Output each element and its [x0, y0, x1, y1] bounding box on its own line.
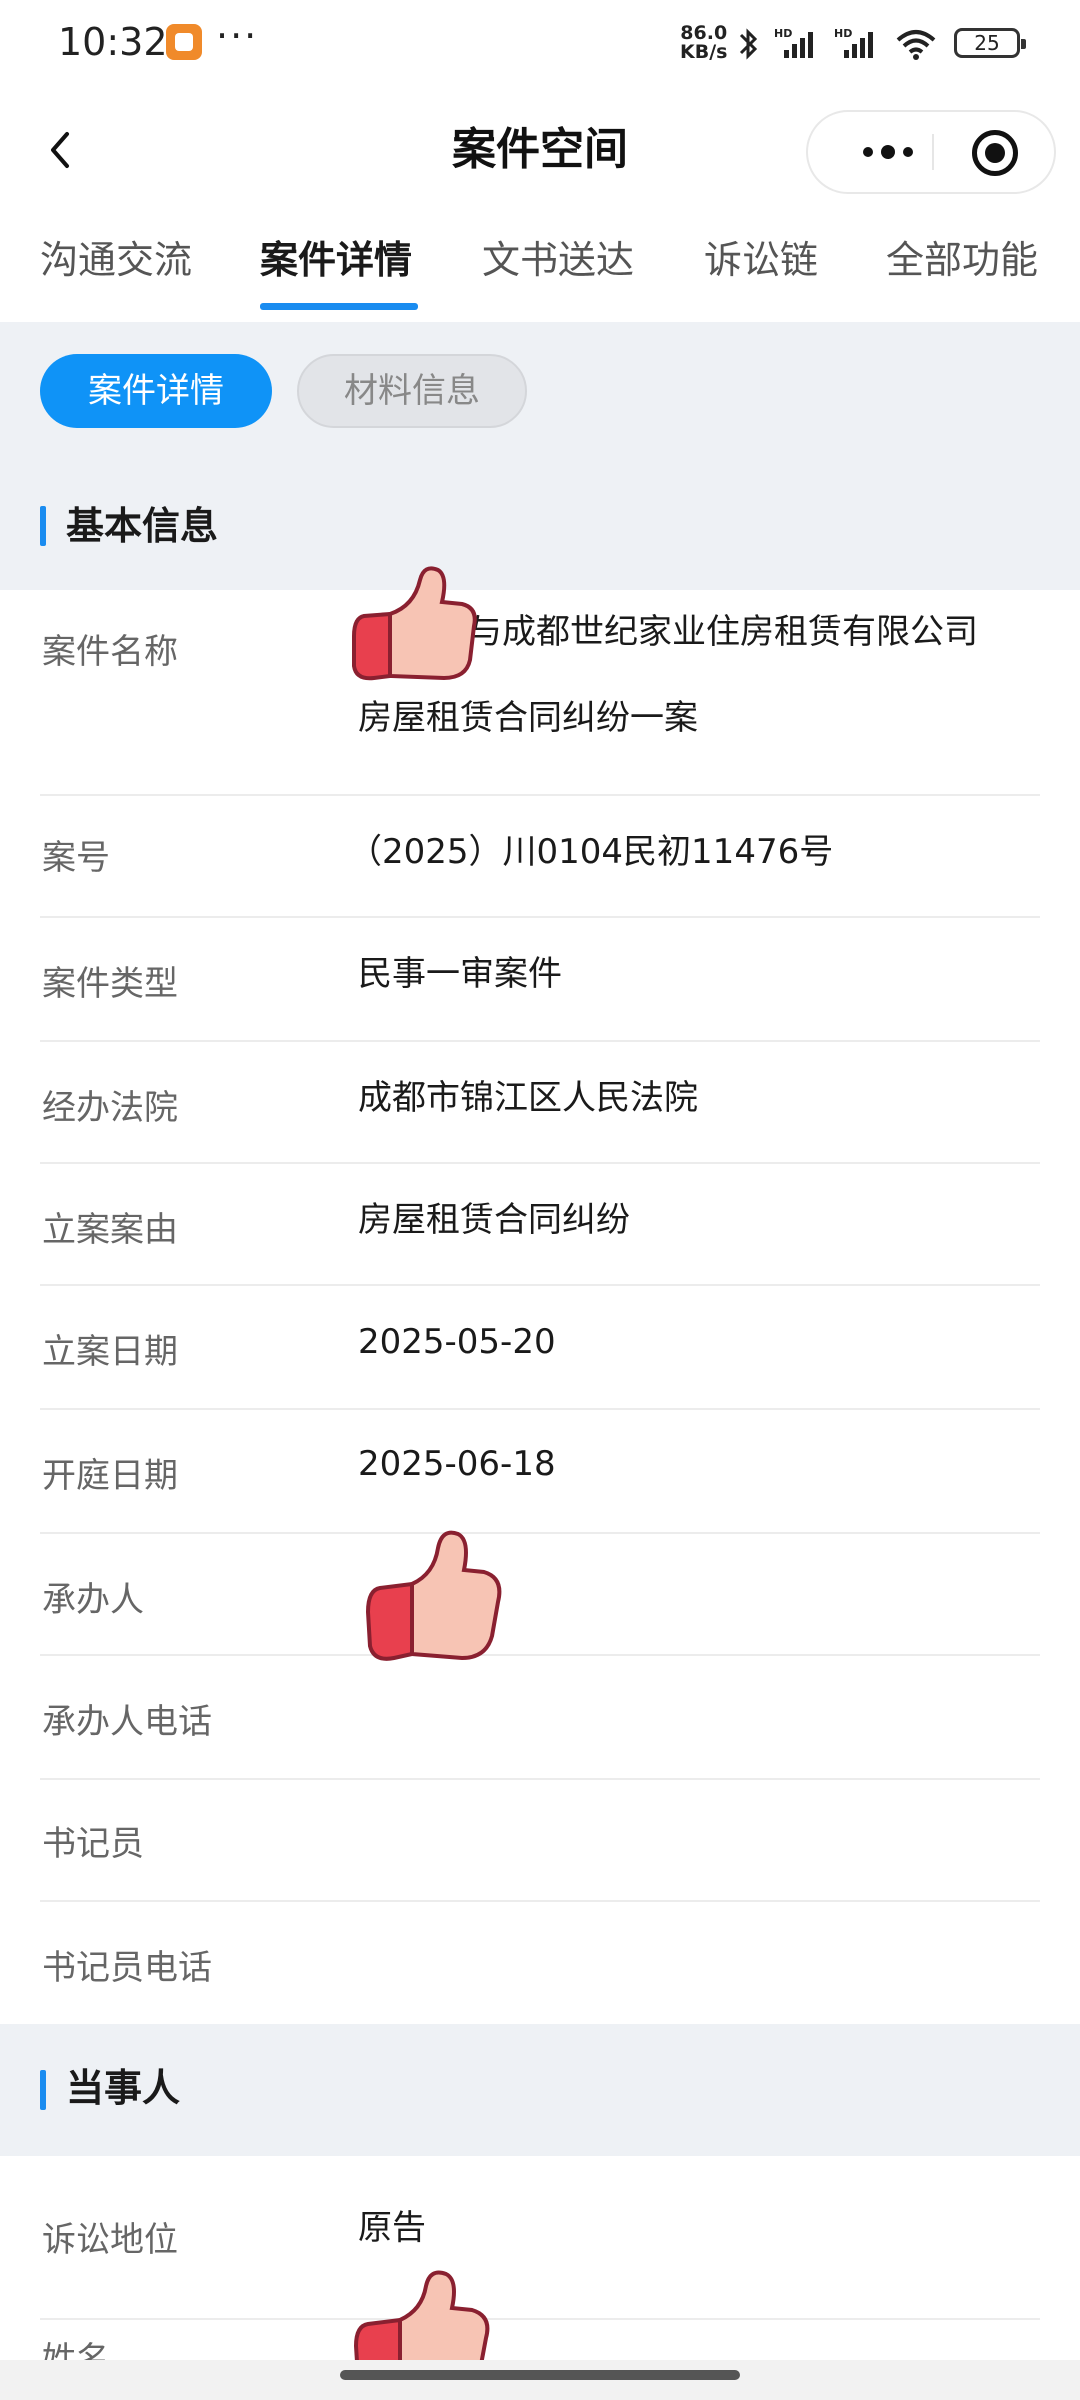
row-label: 书记员	[42, 1824, 144, 1864]
network-speed: 86.0 KB/s	[680, 24, 727, 62]
network-speed-unit: KB/s	[680, 41, 728, 63]
status-time: 10:32	[58, 20, 168, 64]
row-label: 承办人电话	[42, 1702, 212, 1742]
info-row-court: 经办法院 成都市锦江区人民法院	[40, 1042, 1040, 1164]
row-label: 开庭日期	[42, 1456, 178, 1496]
section-parties: 当事人	[0, 2024, 1080, 2156]
section-accent-bar	[40, 2070, 46, 2110]
row-value: 2025-05-20	[358, 1322, 556, 1362]
info-row-judge: 承办人	[40, 1534, 1040, 1656]
info-row-hearing-date: 开庭日期 2025-06-18	[40, 1410, 1040, 1534]
row-label: 案件类型	[42, 964, 178, 1004]
subtab-case-details[interactable]: 案件详情	[40, 354, 272, 428]
signal-hd-icon: HD	[774, 27, 813, 58]
status-bar: 10:32 ··· 86.0 KB/s HD HD 25	[0, 0, 1080, 88]
info-row-case-cause: 立案案由 房屋租赁合同纠纷	[40, 1164, 1040, 1286]
section-title: 基本信息	[66, 504, 219, 548]
svg-text:HD: HD	[774, 27, 792, 40]
signal-hd-icon: HD	[834, 27, 873, 58]
row-label: 诉讼地位	[42, 2220, 178, 2260]
row-value: 成都市锦江区人民法院	[358, 1078, 698, 1118]
row-value: （2025）川0104民初11476号	[348, 832, 834, 872]
wifi-icon	[896, 30, 936, 60]
active-tab-indicator	[260, 303, 418, 310]
section-basic-info: 基本信息	[0, 460, 1080, 590]
title-bar: 案件空间	[0, 100, 1080, 200]
info-row-case-name: 案件名称 与成都世纪家业住房租赁有限公司 房屋租赁合同纠纷一案	[40, 590, 1040, 796]
battery-icon: 25	[954, 28, 1026, 58]
more-options-icon[interactable]	[838, 112, 938, 192]
status-more-indicator: ···	[216, 14, 259, 58]
close-miniprogram-icon[interactable]	[972, 130, 1018, 176]
row-value: 房屋租赁合同纠纷	[358, 1200, 630, 1240]
subtab-section-area: 案件详情 材料信息 基本信息	[0, 322, 1080, 590]
info-row-filing-date: 立案日期 2025-05-20	[40, 1286, 1040, 1410]
info-row-judge-phone: 承办人电话	[40, 1656, 1040, 1780]
tab-all-functions[interactable]: 全部功能	[886, 235, 1038, 285]
info-row-clerk-phone: 书记员电话	[40, 1902, 1040, 2024]
section-accent-bar	[40, 506, 46, 546]
row-label: 经办法院	[42, 1088, 178, 1128]
status-icons: HD HD	[736, 24, 938, 64]
row-value-continued: 房屋租赁合同纠纷一案	[358, 698, 698, 738]
row-label: 立案案由	[42, 1210, 178, 1250]
tab-communication[interactable]: 沟通交流	[40, 235, 192, 285]
row-label: 书记员电话	[42, 1948, 212, 1988]
tab-document-delivery[interactable]: 文书送达	[482, 235, 634, 285]
miniprogram-capsule	[806, 110, 1056, 194]
row-label: 承办人	[42, 1580, 144, 1620]
tab-litigation-chain[interactable]: 诉讼链	[704, 235, 818, 285]
row-value: 2025-06-18	[358, 1444, 556, 1484]
party-row-role: 诉讼地位 原告	[40, 2156, 1040, 2320]
bluetooth-icon	[739, 28, 758, 60]
row-value: 与成都世纪家业住房租赁有限公司	[468, 612, 978, 652]
row-value: 民事一审案件	[358, 954, 562, 994]
thumbs-up-sticker-icon	[365, 1530, 502, 1661]
info-row-case-number: 案号 （2025）川0104民初11476号	[40, 796, 1040, 918]
row-label: 案号	[42, 838, 110, 878]
app-icon	[166, 24, 202, 60]
thumbs-up-sticker-icon	[352, 566, 477, 681]
bottom-gesture-area	[0, 2360, 1080, 2400]
row-label: 案件名称	[42, 632, 178, 672]
subtab-materials[interactable]: 材料信息	[297, 354, 527, 428]
svg-text:HD: HD	[834, 27, 852, 40]
main-tabs: 沟通交流 案件详情 文书送达 诉讼链 全部功能	[0, 225, 1080, 315]
capsule-divider	[932, 134, 934, 170]
row-label: 立案日期	[42, 1332, 178, 1372]
home-indicator[interactable]	[340, 2370, 740, 2380]
info-row-case-type: 案件类型 民事一审案件	[40, 918, 1040, 1042]
info-row-clerk: 书记员	[40, 1780, 1040, 1902]
section-title: 当事人	[66, 2066, 181, 2110]
tab-case-details[interactable]: 案件详情	[260, 235, 412, 285]
